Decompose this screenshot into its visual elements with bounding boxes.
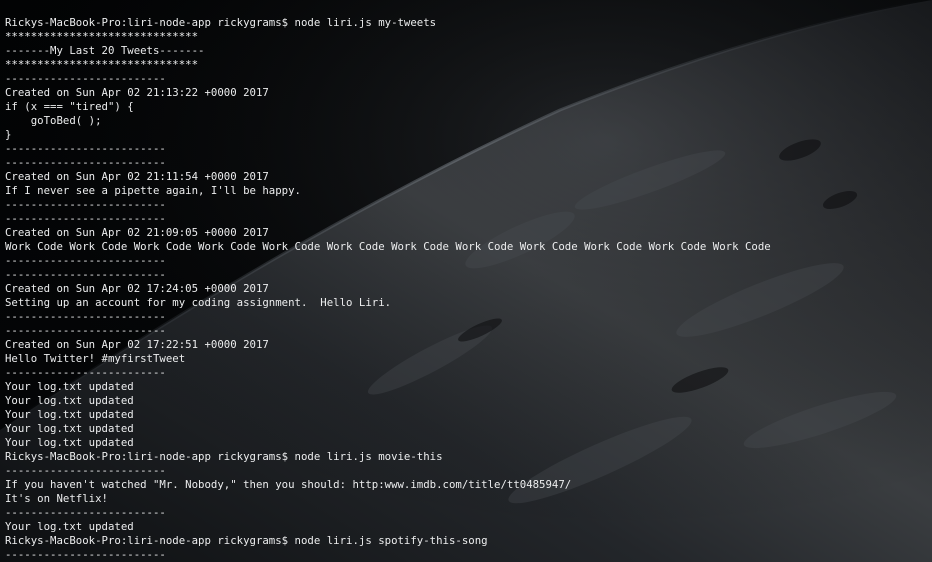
output-line: ****************************** (5, 58, 199, 71)
output-line: Your log.txt updated (5, 422, 134, 435)
output-line: It's on Netflix! (5, 492, 108, 505)
output-line: If I never see a pipette again, I'll be … (5, 184, 301, 197)
output-line: Hello Twitter! #myfirstTweet (5, 352, 186, 365)
output-line: Created on Sun Apr 02 17:22:51 +0000 201… (5, 338, 269, 351)
output-line: Your log.txt updated (5, 520, 134, 533)
output-line: ------------------------- (5, 142, 166, 155)
output-line: ------------------------- (5, 464, 166, 477)
output-line: Created on Sun Apr 02 21:11:54 +0000 201… (5, 170, 269, 183)
output-line: ****************************** (5, 30, 199, 43)
output-line: Created on Sun Apr 02 21:09:05 +0000 201… (5, 226, 269, 239)
output-line: Your log.txt updated (5, 408, 134, 421)
output-line: ------------------------- (5, 548, 166, 561)
output-line: } (5, 128, 12, 141)
output-line: Your log.txt updated (5, 436, 134, 449)
output-line: Created on Sun Apr 02 17:24:05 +0000 201… (5, 282, 269, 295)
output-line: Work Code Work Code Work Code Work Code … (5, 240, 771, 253)
output-line: ------------------------- (5, 72, 166, 85)
shell-prompt-line: Rickys-MacBook-Pro:liri-node-app rickygr… (5, 534, 488, 547)
output-line: Your log.txt updated (5, 394, 134, 407)
shell-prompt-line: Rickys-MacBook-Pro:liri-node-app rickygr… (5, 450, 443, 463)
terminal-output[interactable]: Rickys-MacBook-Pro:liri-node-app rickygr… (5, 16, 932, 562)
output-line: ------------------------- (5, 366, 166, 379)
output-line: goToBed( ); (5, 114, 102, 127)
output-line: ------------------------- (5, 198, 166, 211)
shell-prompt-line: Rickys-MacBook-Pro:liri-node-app rickygr… (5, 16, 437, 29)
output-line: ------------------------- (5, 268, 166, 281)
output-line: ------------------------- (5, 156, 166, 169)
output-line: ------------------------- (5, 310, 166, 323)
output-line: ------------------------- (5, 212, 166, 225)
output-line: ------------------------- (5, 324, 166, 337)
output-line: Setting up an account for my coding assi… (5, 296, 392, 309)
output-line: -------My Last 20 Tweets------- (5, 44, 205, 57)
output-line: ------------------------- (5, 506, 166, 519)
output-line: ------------------------- (5, 254, 166, 267)
terminal-window[interactable]: Rickys-MacBook-Pro:liri-node-app rickygr… (0, 0, 932, 562)
output-line: If you haven't watched "Mr. Nobody," the… (5, 478, 572, 491)
output-line: Your log.txt updated (5, 380, 134, 393)
output-line: if (x === "tired") { (5, 100, 134, 113)
output-line: Created on Sun Apr 02 21:13:22 +0000 201… (5, 86, 269, 99)
